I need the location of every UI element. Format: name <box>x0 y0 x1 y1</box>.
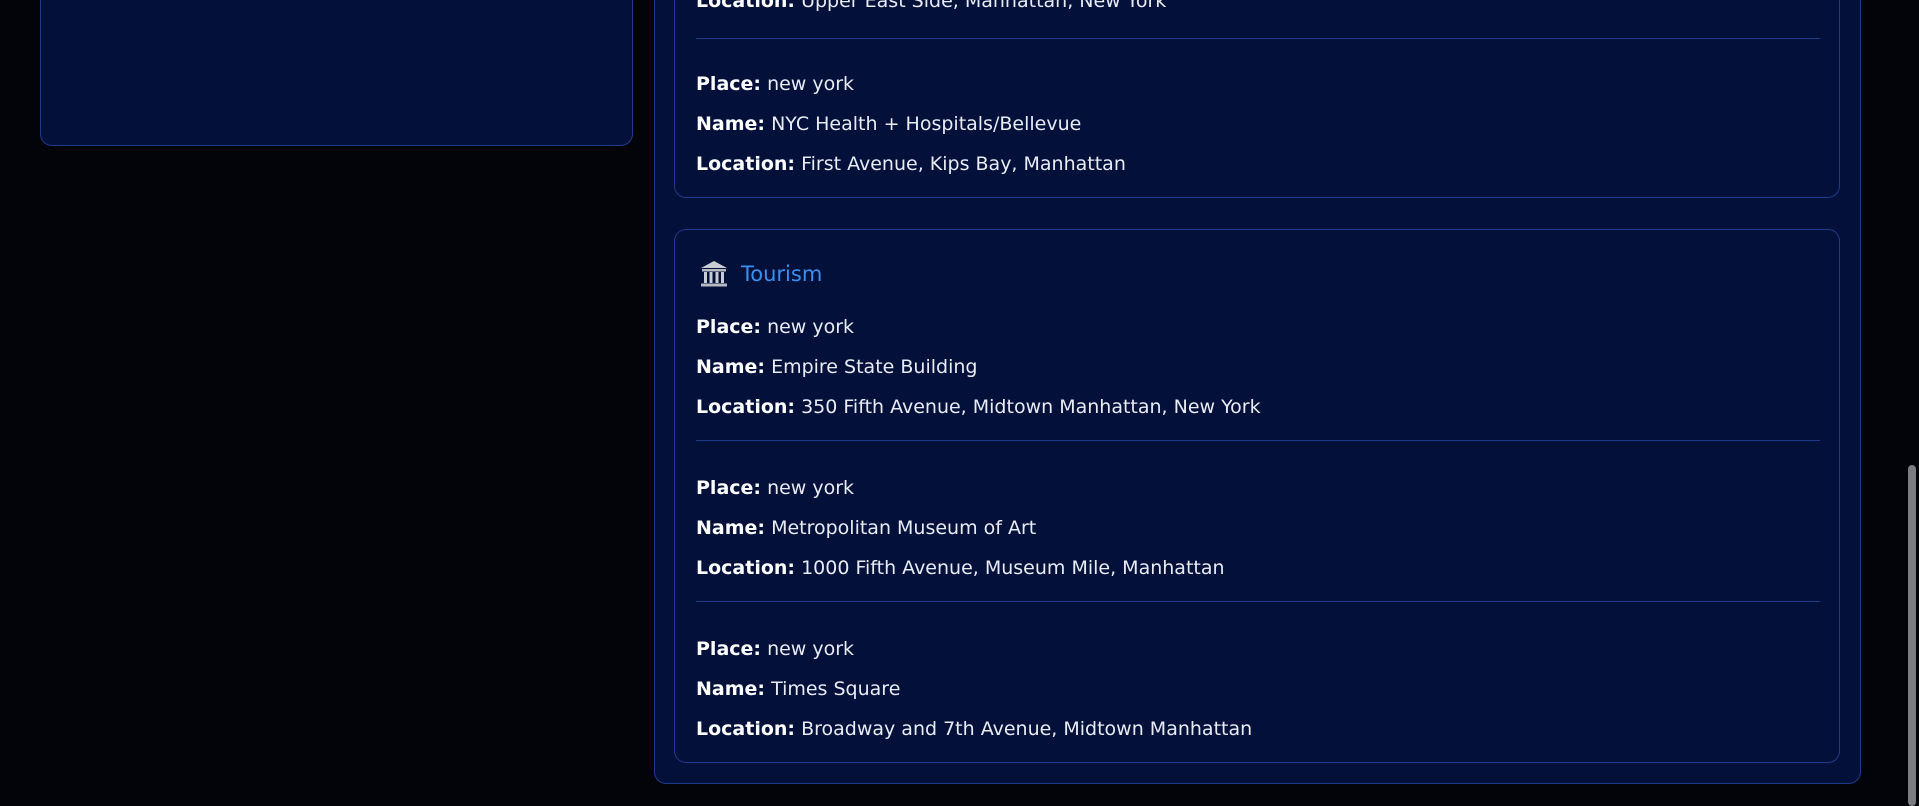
location-label: Location: <box>696 396 796 418</box>
name-label: Name: <box>696 678 766 700</box>
divider <box>696 440 1820 441</box>
name-value: NYC Health + Hospitals/Bellevue <box>771 113 1082 135</box>
name-row: Name: Times Square <box>696 677 1820 717</box>
place-label: Place: <box>696 316 762 338</box>
card-header: Tourism <box>699 256 822 292</box>
list-item: Location: Upper East Side, Manhattan, Ne… <box>696 0 1820 29</box>
scrollbar[interactable] <box>1904 0 1919 806</box>
museum-icon <box>699 259 729 289</box>
place-value: new york <box>767 316 855 338</box>
name-row: Name: NYC Health + Hospitals/Bellevue <box>696 112 1820 152</box>
location-value: 350 Fifth Avenue, Midtown Manhattan, New… <box>801 396 1261 418</box>
location-label: Location: <box>696 0 796 12</box>
scrollbar-thumb[interactable] <box>1908 465 1916 806</box>
location-row: Location: 1000 Fifth Avenue, Museum Mile… <box>696 556 1820 596</box>
name-row: Name: Metropolitan Museum of Art <box>696 516 1820 556</box>
place-row: Place: new york <box>696 476 1820 516</box>
name-value: Empire State Building <box>771 356 978 378</box>
place-label: Place: <box>696 638 762 660</box>
location-row: Location: 350 Fifth Avenue, Midtown Manh… <box>696 395 1820 435</box>
location-value: 1000 Fifth Avenue, Museum Mile, Manhatta… <box>801 557 1225 579</box>
divider <box>696 601 1820 602</box>
tourism-card: Tourism Place: new york Name: Empire Sta… <box>674 229 1840 763</box>
location-label: Location: <box>696 718 796 740</box>
place-value: new york <box>767 638 855 660</box>
name-row: Name: Empire State Building <box>696 355 1820 395</box>
location-value: First Avenue, Kips Bay, Manhattan <box>801 153 1126 175</box>
place-value: new york <box>767 73 855 95</box>
name-value: Metropolitan Museum of Art <box>771 517 1037 539</box>
location-value: Broadway and 7th Avenue, Midtown Manhatt… <box>801 718 1253 740</box>
location-label: Location: <box>696 557 796 579</box>
location-label: Location: <box>696 153 796 175</box>
left-sidebar-panel <box>40 0 633 146</box>
list-item: Place: new york Name: Times Square Locat… <box>696 637 1820 757</box>
place-row: Place: new york <box>696 637 1820 677</box>
list-item: Place: new york Name: Empire State Build… <box>696 315 1820 435</box>
location-value: Upper East Side, Manhattan, New York <box>801 0 1167 12</box>
place-label: Place: <box>696 73 762 95</box>
name-label: Name: <box>696 356 766 378</box>
name-value: Times Square <box>771 678 901 700</box>
location-row: Location: Broadway and 7th Avenue, Midto… <box>696 717 1820 757</box>
location-row: Location: First Avenue, Kips Bay, Manhat… <box>696 152 1820 192</box>
page: Location: Upper East Side, Manhattan, Ne… <box>0 0 1919 806</box>
place-row: Place: new york <box>696 72 1820 112</box>
place-row: Place: new york <box>696 315 1820 355</box>
name-label: Name: <box>696 517 766 539</box>
list-item: Place: new york Name: Metropolitan Museu… <box>696 476 1820 596</box>
place-label: Place: <box>696 477 762 499</box>
hospitals-card: Location: Upper East Side, Manhattan, Ne… <box>674 0 1840 198</box>
divider <box>696 38 1820 39</box>
card-title: Tourism <box>741 262 823 286</box>
name-label: Name: <box>696 113 766 135</box>
location-row: Location: Upper East Side, Manhattan, Ne… <box>696 0 1820 29</box>
place-value: new york <box>767 477 855 499</box>
list-item: Place: new york Name: NYC Health + Hospi… <box>696 72 1820 192</box>
